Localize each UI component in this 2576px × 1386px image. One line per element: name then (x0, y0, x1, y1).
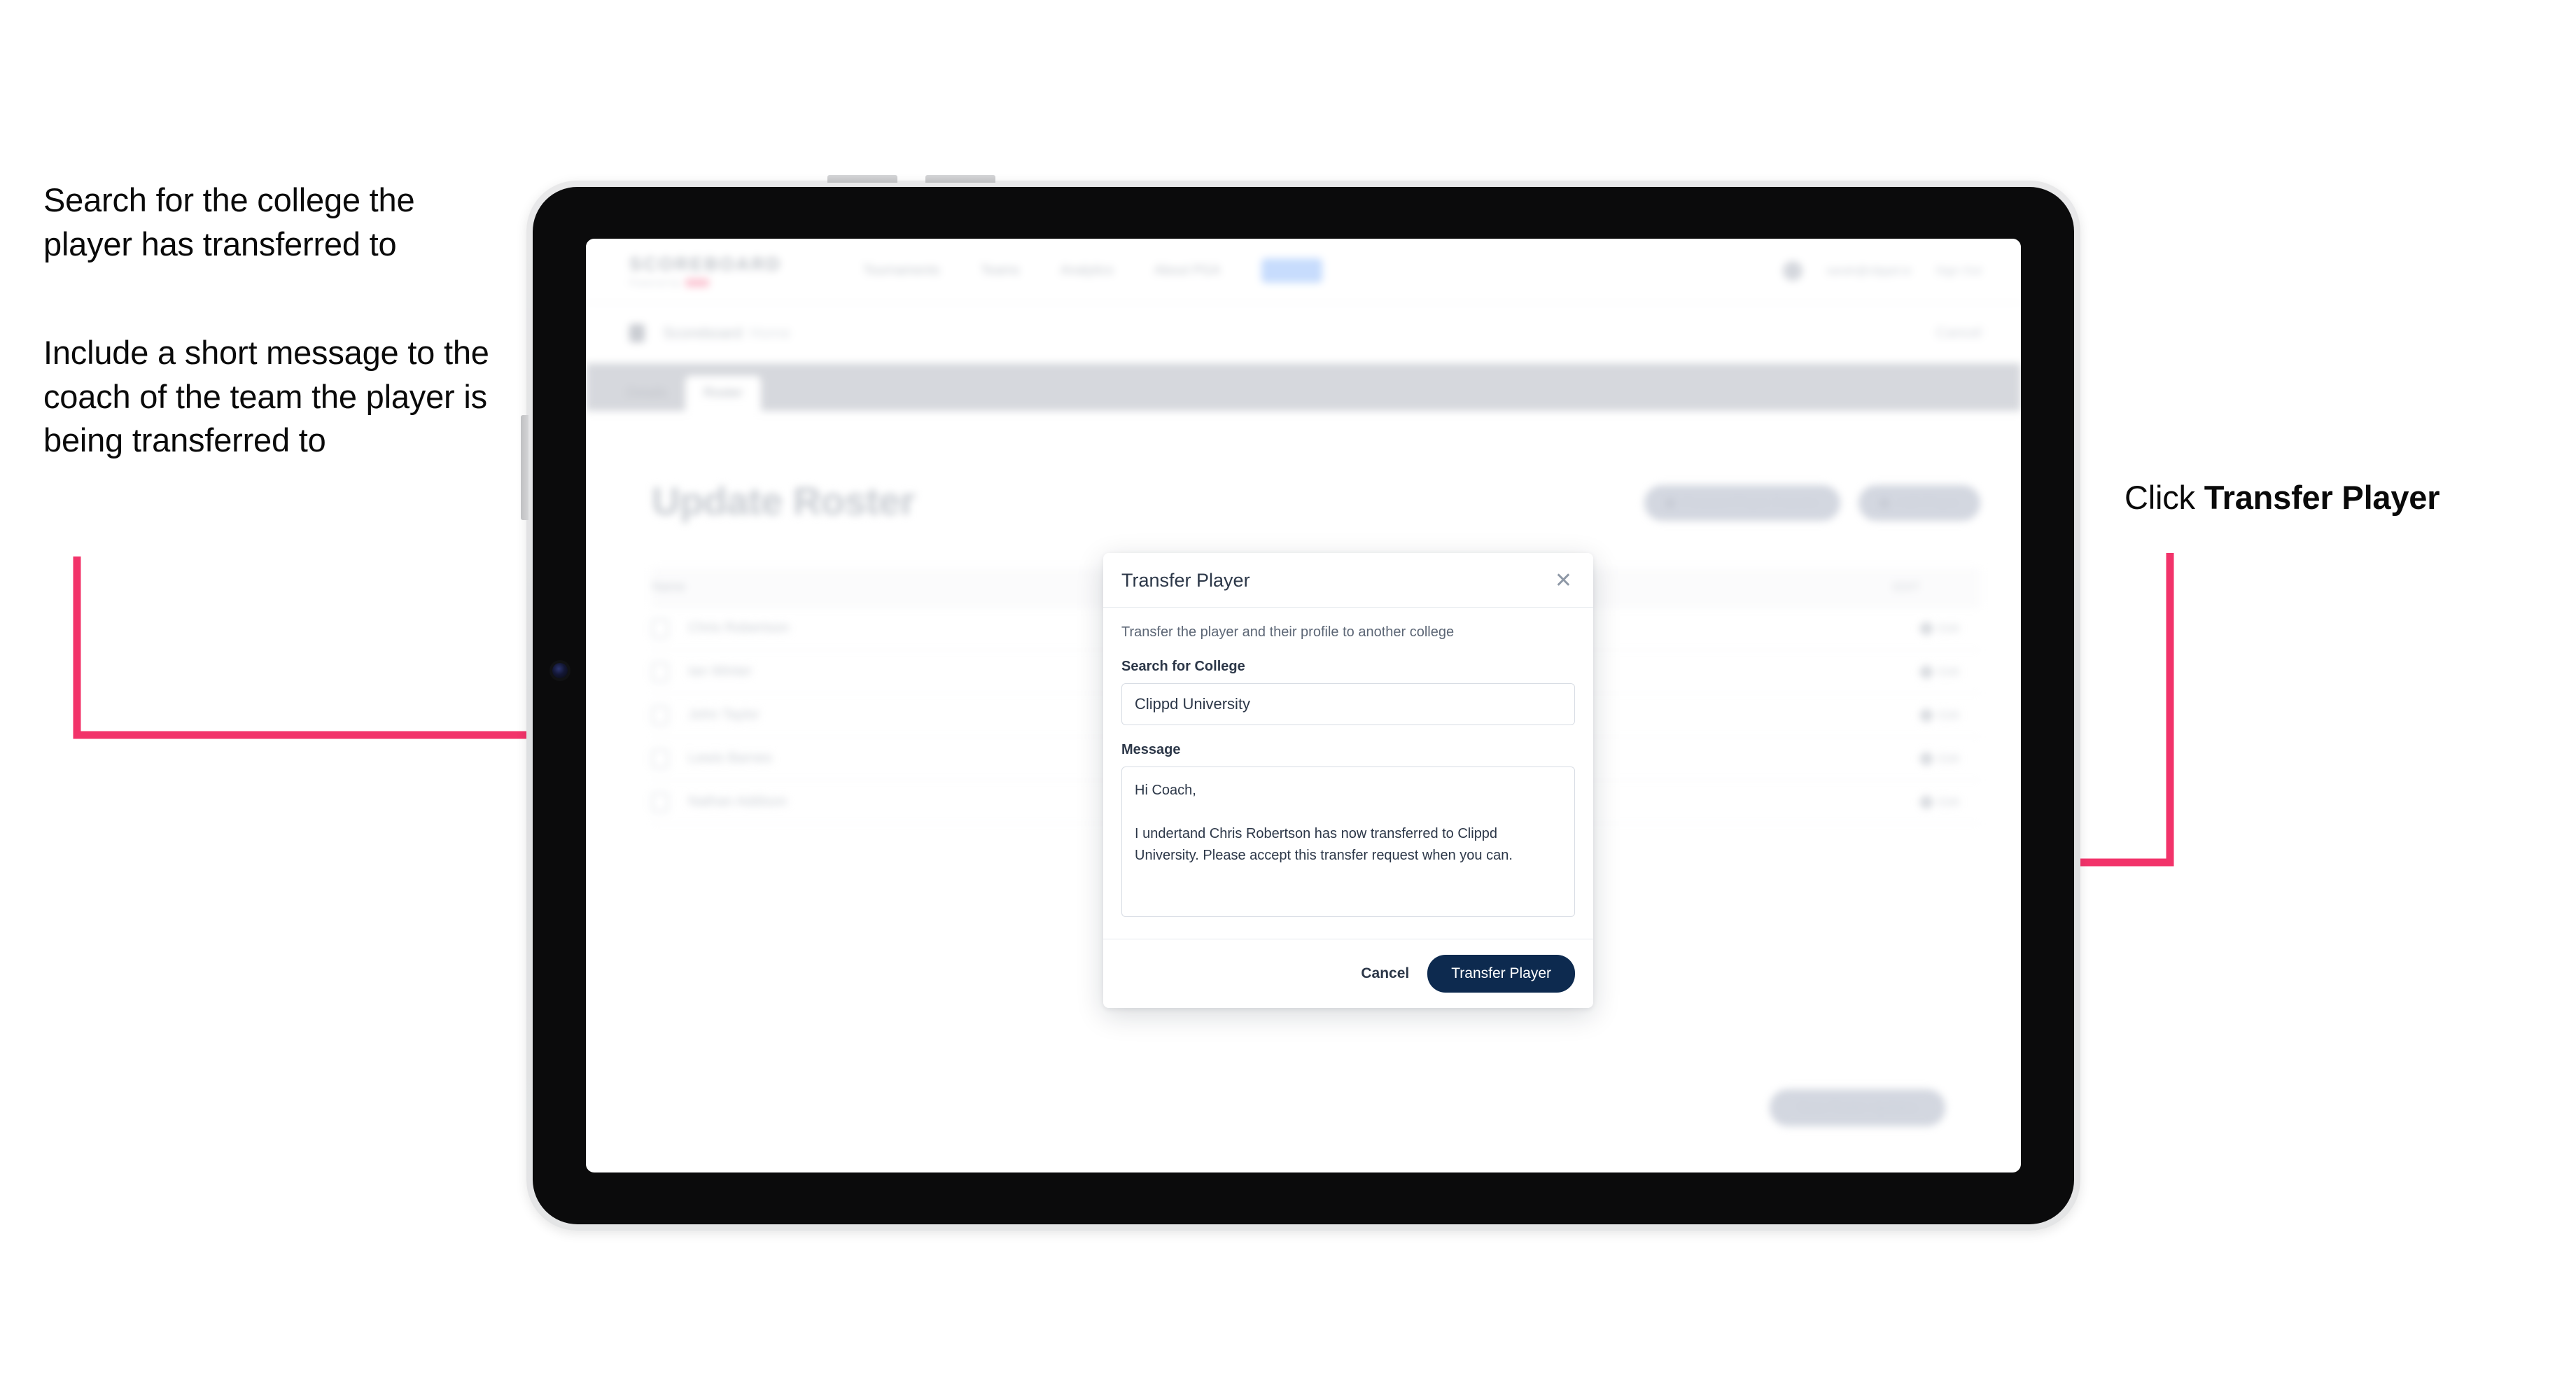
save-roster-updates-button[interactable]: Save Roster Updates (1769, 1089, 1945, 1126)
transfer-icon (1665, 498, 1675, 508)
modal-title: Transfer Player (1121, 570, 1250, 591)
cancel-button[interactable]: Cancel (1361, 965, 1409, 982)
breadcrumb-icon (629, 324, 645, 342)
player-name: Lewis Barnes (688, 750, 773, 766)
annotation-right-bold: Transfer Player (2204, 479, 2440, 516)
column-header-name: Name (652, 580, 686, 594)
transfer-player-modal: Transfer Player ✕ Transfer the player an… (1103, 553, 1593, 1008)
row-edit-label: Edit (1938, 794, 1959, 808)
annotation-right-prefix: Click (2124, 479, 2204, 516)
modal-body: Transfer the player and their profile to… (1103, 608, 1593, 939)
field-spacer (1121, 725, 1575, 742)
row-edit-action[interactable]: Edit (1918, 620, 1959, 636)
avatar[interactable] (1782, 260, 1802, 281)
logo-primary-text: SCOREBOARD (629, 253, 782, 274)
search-college-label: Search for College (1121, 659, 1245, 674)
row-checkbox[interactable] (652, 748, 668, 769)
nav-badge-roster[interactable]: Roster (1261, 258, 1322, 283)
tab-strip: Details Roster (586, 363, 2021, 411)
nav-link-tournaments[interactable]: Tournaments (863, 263, 940, 279)
row-edit-label: Edit (1938, 664, 1959, 678)
page-action-buttons: Request Player Transfer Add Player (1644, 485, 1980, 521)
row-edit-action[interactable]: Edit (1918, 750, 1959, 766)
power-button[interactable] (521, 415, 528, 520)
request-player-transfer-button[interactable]: Request Player Transfer (1644, 485, 1840, 521)
navbar-user-area: sarah@clippd.io Sign Out (1782, 260, 1982, 281)
modal-footer: Cancel Transfer Player (1103, 939, 1593, 1008)
row-checkbox[interactable] (652, 618, 668, 638)
player-name: John Taylor (688, 707, 760, 722)
row-checkbox[interactable] (652, 792, 668, 812)
pencil-icon (1918, 664, 1935, 680)
add-player-label: Add Player (1897, 496, 1959, 510)
close-icon[interactable]: ✕ (1552, 570, 1575, 592)
logo-secondary: Powered by (629, 278, 782, 288)
sign-out-link[interactable]: Sign Out (1935, 264, 1982, 278)
tablet-screen: SCOREBOARD Powered by Tournaments Teams … (586, 239, 2021, 1172)
app-navbar: SCOREBOARD Powered by Tournaments Teams … (586, 239, 2021, 303)
row-edit-label: Edit (1938, 708, 1959, 722)
player-name: Ian Winter (688, 664, 752, 679)
row-edit-action[interactable]: Edit (1918, 707, 1959, 723)
transfer-player-button[interactable]: Transfer Player (1427, 955, 1575, 993)
pencil-icon (1918, 794, 1935, 810)
navbar-user-email: sarah@clippd.io (1826, 263, 1912, 277)
pencil-icon (1918, 707, 1935, 723)
player-name: Chris Robertson (688, 620, 790, 636)
message-textarea[interactable] (1121, 766, 1575, 917)
message-label: Message (1121, 742, 1181, 757)
volume-up-button[interactable] (827, 175, 897, 183)
breadcrumb: Scoreboard Home (663, 324, 790, 342)
nav-link-analytics[interactable]: Analytics (1060, 263, 1114, 279)
modal-description: Transfer the player and their profile to… (1121, 624, 1455, 640)
logo-clippd-chip (685, 279, 710, 287)
plus-icon (1879, 498, 1889, 508)
add-player-button[interactable]: Add Player (1858, 485, 1980, 521)
front-camera-icon (552, 663, 568, 678)
tab-roster[interactable]: Roster (685, 376, 762, 411)
annotation-right-click-transfer: Click Transfer Player (2124, 476, 2558, 520)
row-edit-label: Edit (1938, 621, 1959, 635)
app-logo[interactable]: SCOREBOARD Powered by (629, 253, 782, 288)
annotation-left-search-college: Search for the college the player has tr… (43, 181, 415, 262)
pencil-icon (1918, 620, 1935, 636)
volume-down-button[interactable] (925, 175, 995, 183)
row-checkbox[interactable] (652, 705, 668, 725)
row-checkbox[interactable] (652, 662, 668, 682)
row-edit-action[interactable]: Edit (1918, 794, 1959, 810)
tablet-device-frame: SCOREBOARD Powered by Tournaments Teams … (521, 175, 2080, 1231)
page-title: Update Roster (652, 479, 916, 523)
nav-link-teams[interactable]: Teams (981, 263, 1020, 279)
request-player-transfer-label: Request Player Transfer (1683, 496, 1819, 510)
nav-link-about-pga[interactable]: About PGA (1154, 263, 1221, 279)
breadcrumb-label[interactable]: Scoreboard (663, 324, 743, 342)
player-name: Nathan Addison (688, 794, 788, 809)
annotation-left-include-message: Include a short message to the coach of … (43, 334, 489, 458)
tab-details[interactable]: Details (608, 376, 685, 411)
navbar-links: Tournaments Teams Analytics About PGA Ro… (863, 258, 1322, 283)
search-college-input[interactable] (1121, 683, 1575, 725)
subbar-cancel-action[interactable]: Cancel (1936, 325, 1982, 342)
screenshot-canvas: Search for the college the player has tr… (0, 0, 2576, 1386)
modal-header: Transfer Player ✕ (1103, 553, 1593, 608)
logo-powered-by-text: Powered by (629, 278, 681, 288)
column-header-edit: EDIT (1893, 580, 1920, 594)
tablet-bezel: SCOREBOARD Powered by Tournaments Teams … (533, 187, 2074, 1224)
app-subbar: Scoreboard Home Cancel (586, 303, 2021, 363)
row-edit-action[interactable]: Edit (1918, 664, 1959, 680)
pencil-icon (1918, 750, 1935, 766)
breadcrumb-sub-label: Home (749, 324, 791, 342)
row-edit-label: Edit (1938, 751, 1959, 765)
